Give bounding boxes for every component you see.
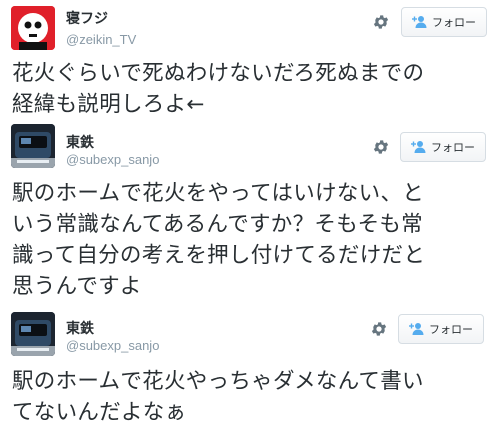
follow-person-plus-icon [411,141,426,153]
tweet-2: 東鉄 @subexp_sanjo フォロー 駅のホームで花火をやってはいけない、… [0,118,500,308]
username[interactable]: @zeikin_TV [66,32,136,47]
follow-person-plus-icon [409,323,424,335]
tweet-text: 花火ぐらいで死ぬわけないだろ死ぬまでの 経緯も説明しろよ← [12,58,494,120]
avatar[interactable] [11,124,55,168]
tweet-text-line: てないんだよなぁ [12,400,187,425]
display-name[interactable]: 東鉄 [66,132,94,152]
display-name[interactable]: 東鉄 [66,318,94,338]
follow-label: フォロー [431,141,475,154]
avatar-face-icon [11,6,55,50]
avatar-train-icon [11,124,55,168]
username[interactable]: @subexp_sanjo [66,338,159,353]
tweet-text-line: 駅のホームで花火をやってはいけない、と [12,181,425,206]
tweet-text-line: 花火ぐらいで死ぬわけないだろ死ぬまでの [12,61,425,86]
tweet-1: 寝フジ @zeikin_TV フォロー 花火ぐらいで死ぬわけないだろ死ぬまでの … [0,0,500,128]
avatar-train-icon [11,312,55,356]
gear-icon[interactable] [370,320,388,338]
tweet-text: 駅のホームで花火をやってはいけない、と いう常識なんてあるんですか？そもそも常 … [12,178,494,302]
avatar[interactable] [11,6,55,50]
username[interactable]: @subexp_sanjo [66,152,159,167]
tweet-text-line: 思うんですよ [12,274,142,299]
follow-button[interactable]: フォロー [398,314,484,344]
tweet-3: 東鉄 @subexp_sanjo フォロー 駅のホームで花火やっちゃダメなんて書… [0,306,500,427]
follow-button[interactable]: フォロー [400,132,486,162]
follow-button[interactable]: フォロー [401,7,487,37]
tweet-text: 駅のホームで花火やっちゃダメなんて書い てないんだよなぁ [12,366,494,428]
follow-label: フォロー [429,323,473,336]
avatar[interactable] [11,312,55,356]
follow-label: フォロー [432,16,476,29]
tweet-text-line: 識って自分の考えを押し付けてるだけだと [12,243,426,268]
display-name[interactable]: 寝フジ [66,8,108,28]
tweet-text-line: 駅のホームで花火やっちゃダメなんて書い [12,369,424,394]
follow-person-plus-icon [412,16,427,28]
tweet-text-line: 経緯も説明しろよ← [12,92,205,117]
gear-icon[interactable] [372,138,390,156]
tweet-text-line: いう常識なんてあるんですか？そもそも常 [12,212,423,237]
gear-icon[interactable] [372,13,390,31]
